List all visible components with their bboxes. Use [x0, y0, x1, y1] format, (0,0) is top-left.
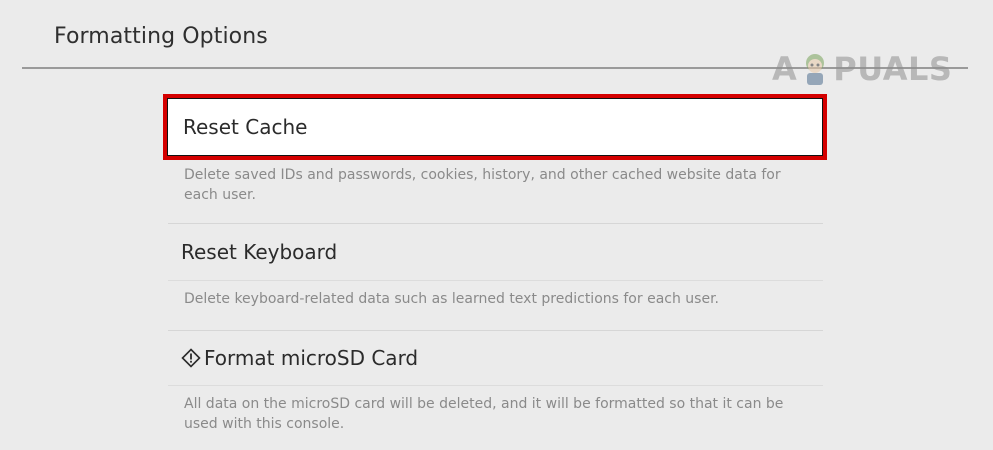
watermark-text-end: PUALS: [833, 50, 953, 88]
formatting-options-list: Reset Cache Delete saved IDs and passwor…: [163, 94, 827, 434]
reset-keyboard-label: Reset Keyboard: [181, 240, 338, 264]
appuals-mascot-icon: [801, 52, 829, 86]
warning-diamond-icon: [181, 348, 201, 368]
reset-cache-button[interactable]: Reset Cache: [163, 94, 827, 160]
watermark-text-start: A: [772, 50, 798, 88]
watermark-logo: A PUALS: [772, 50, 952, 88]
page-title: Formatting Options: [54, 24, 268, 49]
format-microsd-card-description: All data on the microSD card will be del…: [184, 396, 784, 432]
format-microsd-card-label: Format microSD Card: [204, 346, 419, 370]
reset-cache-label: Reset Cache: [183, 115, 308, 139]
reset-keyboard-button[interactable]: Reset Keyboard: [166, 224, 824, 280]
format-microsd-card-button[interactable]: Format microSD Card: [166, 331, 824, 385]
reset-cache-description: Delete saved IDs and passwords, cookies,…: [184, 167, 781, 203]
reset-keyboard-description: Delete keyboard-related data such as lea…: [184, 291, 719, 307]
